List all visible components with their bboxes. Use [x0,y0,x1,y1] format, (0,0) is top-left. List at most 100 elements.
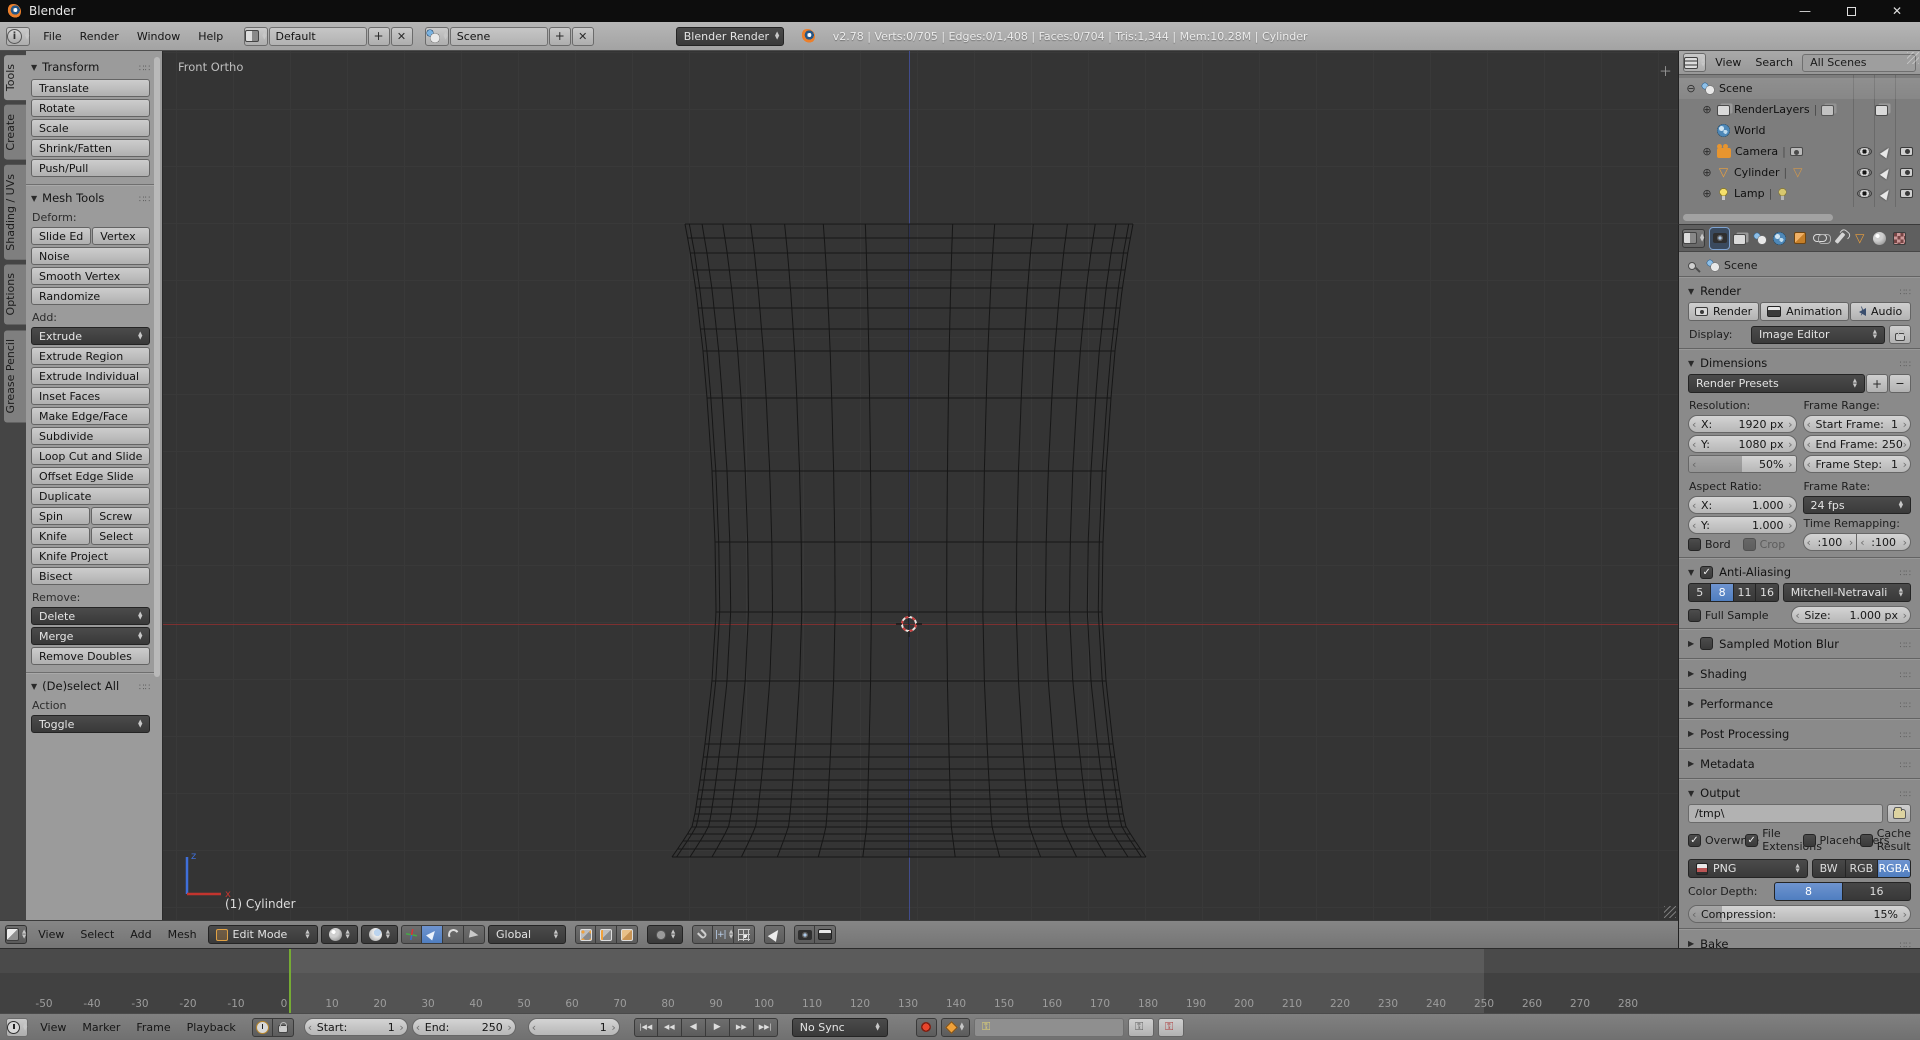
panel-header-shading[interactable]: ▶ Shading [1688,662,1911,685]
outliner-item-label[interactable]: Lamp [1734,187,1765,200]
editor-type-timeline-button[interactable]: ▲ ▼ [6,1017,29,1037]
placeholders-checkbox[interactable] [1802,833,1816,847]
tool-button-smooth-vertex[interactable]: Smooth Vertex [31,267,151,285]
end-frame-field[interactable]: End Frame:250 [1802,435,1911,453]
remap-new-field[interactable]: :100 [1857,533,1911,551]
expander-icon[interactable]: ⊕ [1701,166,1713,179]
resolution-percentage-slider[interactable]: 50% [1688,455,1797,473]
panel-grip-icon[interactable] [139,60,150,74]
outliner-menu-search[interactable]: Search [1748,54,1800,71]
timeline-start-field[interactable]: Start:1 [303,1018,408,1036]
menu-file[interactable]: File [34,27,70,46]
file-extensions-checkbox[interactable]: ✓ [1745,833,1759,847]
properties-tab-constraints[interactable] [1810,228,1831,249]
tool-button-scale[interactable]: Scale [31,119,151,137]
minimize-button[interactable]: — [1782,0,1828,22]
shelf-tab-tools[interactable]: Tools [4,55,26,101]
properties-tab-modifiers[interactable] [1830,228,1849,249]
close-button[interactable]: ✕ [1874,0,1920,22]
tool-button-vertex[interactable]: Vertex [92,227,151,245]
tool-button-subdivide[interactable]: Subdivide [31,427,151,445]
maximize-button[interactable] [1828,0,1874,22]
panel-grip-icon[interactable] [139,679,150,693]
timeline-menu-playback[interactable]: Playback [179,1018,244,1037]
scene-add-button[interactable]: + [548,26,571,46]
tool-button-offset-edge-slide[interactable]: Offset Edge Slide [31,467,151,485]
tool-button-randomize[interactable]: Randomize [31,287,151,305]
properties-tab-object-data[interactable] [1850,228,1869,249]
menu-render[interactable]: Render [71,27,128,46]
tool-button-bisect[interactable]: Bisect [31,567,151,585]
properties-tab-render-layers[interactable] [1730,228,1749,249]
outliner-display-filter[interactable]: All Scenes [1802,53,1916,72]
tool-button-translate[interactable]: Translate [31,79,151,97]
eye-icon[interactable] [1857,188,1872,198]
outliner-row-camera[interactable]: ⊕ Camera | [1679,141,1920,162]
panel-grip-icon[interactable] [1900,697,1911,711]
cursor-select-icon[interactable] [1879,187,1892,200]
viewport-menu-mesh[interactable]: Mesh [160,925,205,944]
output-path-field[interactable]: /tmp\ [1688,804,1883,823]
shelf-tab-grease-pencil[interactable]: Grease Pencil [4,329,26,423]
shelf-tab-shading-uvs[interactable]: Shading / UVs [4,164,26,260]
shelf-tab-options[interactable]: Options [4,264,26,325]
pivot-point-dropdown[interactable]: ▲ ▼ [360,925,399,944]
output-panel-header[interactable]: ▼ Output [1688,782,1911,804]
play-button[interactable]: ▶ [705,1017,730,1037]
tool-button-knife[interactable]: Knife [31,527,91,545]
render-presets-dropdown[interactable]: Render Presets ▲ ▼ [1688,374,1865,393]
current-frame-field[interactable]: 1 [527,1018,620,1036]
crop-checkbox[interactable] [1742,538,1756,551]
properties-tab-texture[interactable] [1890,228,1909,249]
editor-type-3dview-button[interactable]: ▲ ▼ [5,925,28,944]
outliner-item-label[interactable]: RenderLayers [1734,103,1810,116]
aa-filter-dropdown[interactable]: Mitchell-Netravali ▲ ▼ [1782,583,1911,602]
expander-icon[interactable]: ⊕ [1701,103,1713,116]
outliner-menu-view[interactable]: View [1708,54,1748,71]
shelf-panel-header[interactable]: ▼ Mesh Tools [31,191,150,205]
outliner-row-world[interactable]: World [1679,120,1920,141]
properties-tab-world[interactable] [1770,228,1789,249]
expander-icon[interactable]: ⊕ [1701,145,1713,158]
insert-keyframe-button[interactable] [1127,1017,1154,1037]
viewport-menu-add[interactable]: Add [122,925,159,944]
tool-menu-delete[interactable]: Delete ▲ ▼ [31,607,151,625]
outliner-item-label[interactable]: World [1734,124,1766,137]
edge-select-toggle[interactable] [596,925,618,944]
jump-to-start-button[interactable]: |◀◀ [633,1017,658,1037]
tool-button-remove-doubles[interactable]: Remove Doubles [31,647,151,665]
render-engine-dropdown[interactable]: Blender Render ▲ ▼ [675,26,784,46]
cursor-select-icon[interactable] [1879,166,1892,179]
layout-add-button[interactable]: + [367,26,390,46]
play-reverse-button[interactable]: ◀ [681,1017,706,1037]
aa-samples-5[interactable]: 5 [1688,583,1712,602]
overwrite-checkbox[interactable]: ✓ [1688,833,1701,847]
timeline[interactable]: -50 -40 -30 -20 -10 0 10 20 30 40 50 60 70 80 90 100 110… [0,948,1920,1013]
viewport-menu-view[interactable]: View [30,925,72,944]
color-mode-rgb[interactable]: RGB [1845,859,1879,878]
panel-grip-icon[interactable] [1900,284,1911,298]
panel-header-post-processing[interactable]: ▶ Post Processing [1688,722,1911,745]
camera-restrict-icon[interactable] [1900,146,1913,156]
resolution-x-field[interactable]: X:1920 px [1688,415,1797,433]
anti-aliasing-checkbox[interactable]: ✓ [1700,565,1714,579]
layout-delete-button[interactable]: ✕ [390,26,413,46]
manipulate-origins-toggle[interactable] [764,925,786,944]
viewport-menu-select[interactable]: Select [72,925,122,944]
scale-manipulator-toggle[interactable] [464,925,486,944]
color-mode-bw[interactable]: BW [1811,859,1846,878]
panel-header-performance[interactable]: ▶ Performance [1688,692,1911,715]
tool-button-knife-project[interactable]: Knife Project [31,547,151,565]
camera-restrict-icon[interactable] [1900,188,1913,198]
tool-button-extrude-region[interactable]: Extrude Region [31,347,151,365]
lock-time-toggle[interactable] [272,1017,294,1037]
properties-tab-scene[interactable] [1750,228,1769,249]
render-animation-button[interactable]: Animation [1760,302,1850,321]
region-expand-icon[interactable]: ＋ [1659,61,1672,80]
render-audio-button[interactable]: Audio [1850,302,1911,321]
panel-grip-icon[interactable] [139,191,150,205]
tool-button-spin[interactable]: Spin [31,507,91,525]
dimensions-panel-header[interactable]: ▼ Dimensions [1688,352,1911,374]
aa-samples-16[interactable]: 16 [1756,583,1779,602]
vertex-select-toggle[interactable] [575,925,597,944]
